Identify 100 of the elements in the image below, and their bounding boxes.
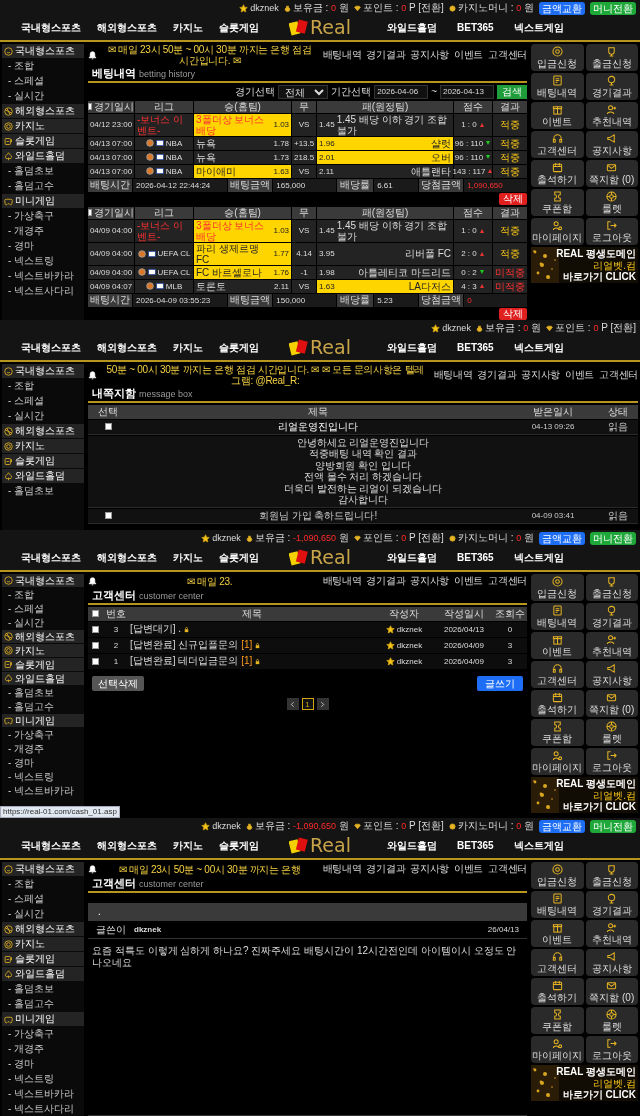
sidebar-category[interactable]: 국내형스포츠: [2, 44, 84, 58]
quick-menu-button[interactable]: 출석하기: [531, 978, 584, 1005]
sidebar-item[interactable]: - 조합: [2, 588, 35, 601]
sidebar-item[interactable]: - 넥스트링: [2, 254, 55, 268]
sidebar-category[interactable]: 와일드홀덤: [2, 469, 84, 483]
top-link[interactable]: 고객센터: [488, 575, 527, 587]
nav-link[interactable]: 와일드홀덤: [387, 839, 437, 852]
sidebar-item[interactable]: - 홀덤고수: [2, 700, 55, 713]
quick-menu-button[interactable]: 쪽지함 (0): [585, 978, 638, 1005]
nav-link[interactable]: 슬롯게임: [219, 839, 259, 852]
top-link[interactable]: 경기결과: [366, 49, 406, 61]
delete-selected-button[interactable]: 선택삭제: [92, 675, 144, 692]
quick-menu-button[interactable]: 입금신청: [531, 44, 584, 71]
quick-menu-button[interactable]: 로그아웃: [585, 218, 638, 245]
banner[interactable]: REAL 평생도메인 리얼벳.컴 바로가기 CLICK: [531, 777, 638, 813]
quick-menu-button[interactable]: 출금신청: [585, 44, 638, 71]
banner[interactable]: REAL 평생도메인 리얼벳.컴 바로가기 CLICK: [531, 1065, 638, 1101]
sidebar-item[interactable]: - 홀덤초보: [2, 982, 55, 996]
sidebar-item[interactable]: - 실시간: [2, 907, 45, 921]
quick-menu-button[interactable]: 이벤트: [531, 920, 584, 947]
nav-link[interactable]: 와일드홀덤: [387, 21, 437, 34]
quick-menu-button[interactable]: 룰렛: [585, 189, 638, 216]
sidebar-item[interactable]: - 홀덤초보: [2, 686, 55, 699]
top-link[interactable]: 경기결과: [477, 369, 517, 381]
nav-link[interactable]: 넥스트게임: [513, 21, 564, 34]
quick-menu-button[interactable]: 배팅내역: [531, 603, 584, 630]
top-link[interactable]: 경기결과: [366, 575, 406, 587]
page-button[interactable]: 1: [301, 698, 314, 711]
quick-menu-button[interactable]: 이벤트: [531, 632, 584, 659]
banner[interactable]: REAL 평생도메인 리얼벳.컴 바로가기 CLICK: [531, 247, 638, 283]
checkbox[interactable]: [91, 610, 99, 618]
sidebar-item[interactable]: - 스페셜: [2, 892, 45, 906]
sidebar-category[interactable]: 슬롯게임: [2, 134, 84, 148]
nav-link[interactable]: 넥스트게임: [513, 551, 564, 564]
quick-menu-button[interactable]: 이벤트: [531, 102, 584, 129]
checkbox[interactable]: [91, 641, 99, 649]
sidebar-category[interactable]: 해외형스포츠: [2, 922, 84, 936]
sidebar-category[interactable]: 카지노: [2, 937, 84, 951]
quick-menu-button[interactable]: 추천내역: [585, 920, 638, 947]
quick-menu-button[interactable]: 출석하기: [531, 160, 584, 187]
sidebar-item[interactable]: - 조합: [2, 877, 35, 891]
sidebar-item[interactable]: - 홀덤초보: [2, 484, 55, 498]
quick-menu-button[interactable]: 출금신청: [585, 862, 638, 889]
checkbox[interactable]: [104, 512, 112, 520]
top-link[interactable]: 고객센터: [488, 49, 527, 61]
sidebar-category[interactable]: 국내형스포츠: [2, 862, 84, 876]
nav-link[interactable]: 국내형스포츠: [21, 341, 81, 354]
sidebar-category[interactable]: 카지노: [2, 644, 84, 657]
quick-menu-button[interactable]: 마이페이지: [531, 1036, 584, 1063]
delete-button[interactable]: 삭제: [499, 192, 527, 205]
quick-menu-button[interactable]: 쪽지함 (0): [585, 160, 638, 187]
quick-menu-button[interactable]: 고객센터: [531, 949, 584, 976]
sidebar-item[interactable]: - 넥스트사다리: [2, 284, 75, 298]
sidebar-item[interactable]: - 경마: [2, 756, 35, 769]
checkbox[interactable]: [91, 657, 99, 665]
nav-link[interactable]: 해외형스포츠: [97, 341, 157, 354]
nav-link[interactable]: 카지노: [173, 839, 203, 852]
top-link[interactable]: 이벤트: [454, 49, 484, 61]
quick-menu-button[interactable]: 고객센터: [531, 131, 584, 158]
sidebar-category[interactable]: 국내형스포츠: [2, 364, 84, 378]
top-link[interactable]: 배팅내역: [322, 863, 362, 875]
previous-page-button[interactable]: [286, 698, 299, 711]
sidebar-item[interactable]: - 넥스트링: [2, 770, 55, 783]
sidebar-category[interactable]: 미니게임: [2, 194, 84, 208]
sidebar-category[interactable]: 미니게임: [2, 1012, 84, 1026]
sidebar-item[interactable]: - 가상축구: [2, 1027, 55, 1041]
top-link[interactable]: 배팅내역: [322, 575, 362, 587]
sidebar-category[interactable]: 슬롯게임: [2, 952, 84, 966]
quick-menu-button[interactable]: 출석하기: [531, 690, 584, 717]
quick-menu-button[interactable]: 경기결과: [585, 73, 638, 100]
sidebar-item[interactable]: - 넥스트링: [2, 1072, 55, 1086]
quick-menu-button[interactable]: 마이페이지: [531, 218, 584, 245]
sidebar-item[interactable]: - 실시간: [2, 409, 45, 423]
sidebar-item[interactable]: - 가상축구: [2, 728, 55, 741]
sidebar-category[interactable]: 미니게임: [2, 714, 84, 727]
nav-link[interactable]: 해외형스포츠: [97, 21, 157, 34]
quick-menu-button[interactable]: 쿠폰함: [531, 1007, 584, 1034]
sidebar-category[interactable]: 해외형스포츠: [2, 630, 84, 643]
nav-link[interactable]: BET365: [457, 21, 494, 34]
quick-menu-button[interactable]: 입금신청: [531, 862, 584, 889]
quick-menu-button[interactable]: 마이페이지: [531, 748, 584, 775]
sidebar-category[interactable]: 와일드홀덤: [2, 967, 84, 981]
checkbox[interactable]: [91, 625, 99, 633]
nav-link[interactable]: 넥스트게임: [513, 839, 564, 852]
sidebar-item[interactable]: - 조합: [2, 379, 35, 393]
sidebar-item[interactable]: - 스페셜: [2, 602, 45, 615]
exchange-button[interactable]: 금액교환: [539, 531, 585, 545]
top-link[interactable]: 이벤트: [454, 863, 484, 875]
write-button[interactable]: 글쓰기: [477, 675, 523, 692]
sidebar-item[interactable]: - 넥스트바카라: [2, 1087, 75, 1101]
sidebar-item[interactable]: - 스페셜: [2, 74, 45, 88]
quick-menu-button[interactable]: 쪽지함 (0): [585, 690, 638, 717]
sidebar-item[interactable]: - 실시간: [2, 89, 45, 103]
nav-link[interactable]: 해외형스포츠: [97, 551, 157, 564]
quick-menu-button[interactable]: 공지사항: [585, 661, 638, 688]
sidebar-category[interactable]: 국내형스포츠: [2, 574, 84, 587]
checkbox[interactable]: [88, 103, 92, 111]
top-link[interactable]: 배팅내역: [322, 49, 362, 61]
sidebar-category[interactable]: 와일드홀덤: [2, 672, 84, 685]
quick-menu-button[interactable]: 배팅내역: [531, 73, 584, 100]
